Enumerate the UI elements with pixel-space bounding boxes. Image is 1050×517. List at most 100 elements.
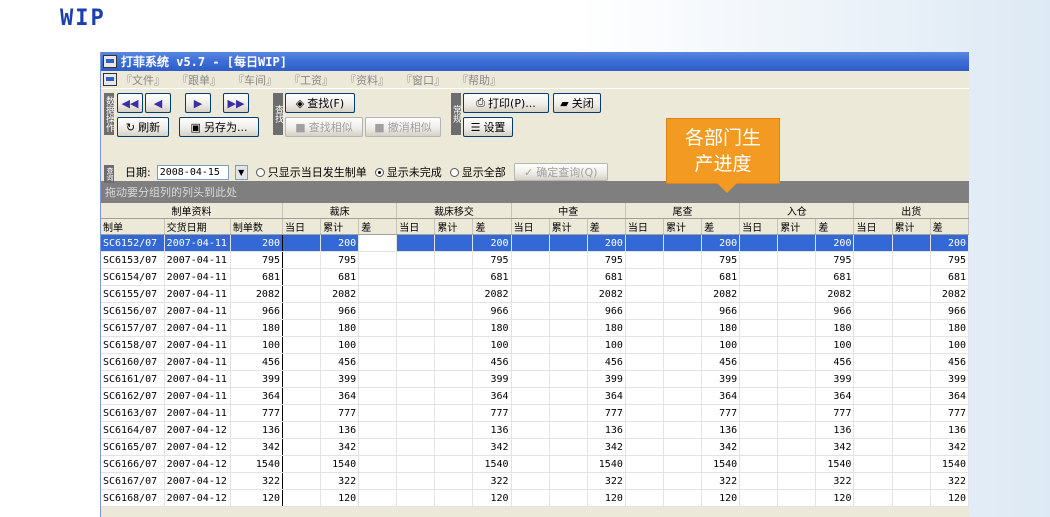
- table-cell[interactable]: [739, 472, 779, 490]
- table-cell[interactable]: 795: [320, 251, 360, 269]
- radio-only-today[interactable]: [255, 167, 265, 177]
- table-cell[interactable]: [549, 353, 588, 371]
- table-cell[interactable]: [434, 302, 474, 320]
- table-cell[interactable]: [434, 472, 474, 490]
- table-cell[interactable]: 1540: [587, 455, 626, 473]
- table-cell[interactable]: [358, 302, 398, 320]
- table-cell[interactable]: 200: [701, 234, 741, 252]
- table-cell[interactable]: 2007-04-11: [164, 285, 231, 303]
- table-cell[interactable]: [358, 251, 398, 269]
- table-cell[interactable]: [663, 421, 703, 439]
- table-cell[interactable]: [892, 353, 931, 371]
- table-cell[interactable]: SC6160/07: [101, 353, 165, 371]
- table-cell[interactable]: 2082: [587, 285, 626, 303]
- table-cell[interactable]: 136: [472, 421, 512, 439]
- table-cell[interactable]: 795: [230, 251, 284, 269]
- table-cell[interactable]: [434, 421, 474, 439]
- table-cell[interactable]: 364: [701, 387, 741, 405]
- table-cell[interactable]: [396, 268, 436, 286]
- table-cell[interactable]: [739, 387, 779, 405]
- table-cell[interactable]: [282, 472, 322, 490]
- table-cell[interactable]: [853, 234, 893, 252]
- table-cell[interactable]: 342: [701, 438, 741, 456]
- table-cell[interactable]: [358, 455, 398, 473]
- table-cell[interactable]: [892, 387, 931, 405]
- table-cell[interactable]: [892, 268, 931, 286]
- table-cell[interactable]: [739, 404, 779, 422]
- table-cell[interactable]: 456: [587, 353, 626, 371]
- table-cell[interactable]: [739, 421, 779, 439]
- table-cell[interactable]: [434, 489, 474, 507]
- table-cell[interactable]: 777: [701, 404, 741, 422]
- table-cell[interactable]: 2082: [230, 285, 284, 303]
- table-row[interactable]: SC6155/07 2007-04-11 2082 2082 2082 2082 2082 2…: [101, 285, 969, 303]
- table-cell[interactable]: 966: [587, 302, 626, 320]
- table-cell[interactable]: SC6154/07: [101, 268, 165, 286]
- table-cell[interactable]: SC6164/07: [101, 421, 165, 439]
- table-cell[interactable]: [549, 438, 588, 456]
- table-cell[interactable]: 2007-04-11: [164, 319, 231, 337]
- table-cell[interactable]: [396, 404, 436, 422]
- table-cell[interactable]: [777, 234, 817, 252]
- table-cell[interactable]: 364: [815, 387, 855, 405]
- column-header[interactable]: 累计: [777, 218, 817, 235]
- table-cell[interactable]: SC6158/07: [101, 336, 165, 354]
- table-cell[interactable]: [511, 302, 550, 320]
- table-cell[interactable]: [892, 438, 931, 456]
- table-cell[interactable]: 777: [230, 404, 284, 422]
- window-titlebar[interactable]: 打菲系统 v5.7 - [每日WIP]: [101, 52, 969, 71]
- table-cell[interactable]: [282, 234, 322, 252]
- find-similar-button[interactable]: ■ 查找相似: [285, 117, 363, 137]
- table-cell[interactable]: 777: [930, 404, 969, 422]
- table-cell[interactable]: [625, 234, 664, 252]
- table-cell[interactable]: [434, 234, 474, 252]
- table-cell[interactable]: [777, 370, 817, 388]
- column-header[interactable]: 累计: [320, 218, 360, 235]
- table-cell[interactable]: [396, 455, 436, 473]
- table-cell[interactable]: [358, 336, 398, 354]
- table-cell[interactable]: SC6165/07: [101, 438, 165, 456]
- table-cell[interactable]: 364: [320, 387, 360, 405]
- table-cell[interactable]: [892, 234, 931, 252]
- table-cell[interactable]: 2007-04-11: [164, 404, 231, 422]
- column-header[interactable]: 交货日期: [164, 218, 231, 235]
- table-cell[interactable]: 399: [320, 370, 360, 388]
- column-header[interactable]: 差: [930, 218, 969, 235]
- table-cell[interactable]: [396, 438, 436, 456]
- table-cell[interactable]: 100: [230, 336, 284, 354]
- table-cell[interactable]: [511, 336, 550, 354]
- table-cell[interactable]: 2007-04-11: [164, 302, 231, 320]
- table-cell[interactable]: [663, 370, 703, 388]
- table-cell[interactable]: 2082: [815, 285, 855, 303]
- table-cell[interactable]: [663, 404, 703, 422]
- table-row[interactable]: SC6156/07 2007-04-11 966 966 966 966 966 966 966: [101, 302, 969, 320]
- table-cell[interactable]: 364: [587, 387, 626, 405]
- group-header[interactable]: 出货: [853, 203, 969, 219]
- table-cell[interactable]: [396, 387, 436, 405]
- next-record-button[interactable]: ▶: [185, 93, 211, 113]
- save-as-button[interactable]: ▣ 另存为...: [179, 117, 259, 137]
- table-cell[interactable]: [777, 404, 817, 422]
- table-cell[interactable]: [282, 404, 322, 422]
- table-cell[interactable]: 180: [701, 319, 741, 337]
- table-cell[interactable]: [739, 251, 779, 269]
- table-cell[interactable]: 1540: [320, 455, 360, 473]
- table-cell[interactable]: 2007-04-11: [164, 353, 231, 371]
- table-cell[interactable]: [511, 234, 550, 252]
- table-cell[interactable]: [549, 268, 588, 286]
- table-cell[interactable]: [892, 285, 931, 303]
- table-row[interactable]: SC6168/07 2007-04-12 120 120 120 120 120 120 120: [101, 489, 969, 507]
- table-cell[interactable]: 795: [815, 251, 855, 269]
- table-cell[interactable]: [777, 251, 817, 269]
- menu-wages[interactable]: 『工资』: [289, 72, 333, 88]
- table-cell[interactable]: 2007-04-12: [164, 421, 231, 439]
- table-cell[interactable]: [892, 455, 931, 473]
- table-cell[interactable]: 795: [472, 251, 512, 269]
- table-cell[interactable]: [434, 251, 474, 269]
- table-cell[interactable]: [625, 387, 664, 405]
- column-header[interactable]: 差: [472, 218, 512, 235]
- table-cell[interactable]: 120: [815, 489, 855, 507]
- table-cell[interactable]: [625, 472, 664, 490]
- radio-incomplete[interactable]: [374, 167, 384, 177]
- table-cell[interactable]: 342: [930, 438, 969, 456]
